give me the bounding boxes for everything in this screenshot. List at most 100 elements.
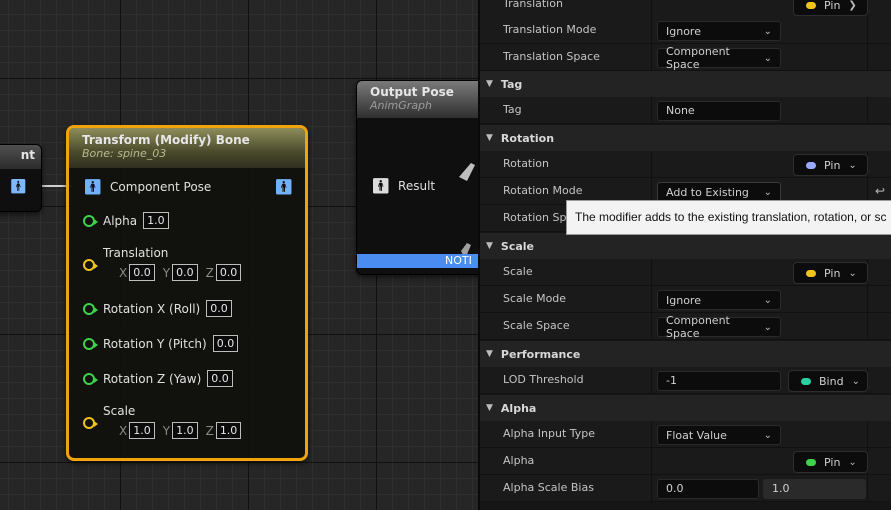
scale-pin-icon[interactable] bbox=[83, 417, 98, 429]
chevron-down-icon: ⌄ bbox=[763, 25, 772, 37]
rotation-mode-dropdown[interactable]: Add to Existing ⌄ bbox=[657, 182, 781, 202]
translation-space-label: Translation Space bbox=[503, 50, 600, 63]
component-pose-label: Component Pose bbox=[110, 180, 212, 194]
translation-pin-row[interactable] bbox=[83, 259, 98, 271]
alpha-scale-bias-row: Alpha Scale Bias 0.0 1.0 bbox=[480, 475, 891, 502]
source-node[interactable]: nt 🚹︎ bbox=[0, 144, 42, 212]
alpha-pin-icon[interactable] bbox=[83, 214, 98, 227]
rotation-section-title: Rotation bbox=[500, 131, 555, 145]
scale-label: Scale bbox=[103, 404, 136, 418]
translation-label: Translation bbox=[103, 246, 169, 260]
alpha-input-type-row: Alpha Input Type Float Value ⌄ bbox=[480, 421, 891, 448]
float-pin-icon bbox=[806, 458, 816, 466]
alpha-value-input[interactable]: 1.0 bbox=[143, 212, 169, 229]
chevron-down-icon: ⌄ bbox=[763, 52, 772, 64]
scale-mode-value: Ignore bbox=[666, 293, 701, 307]
rotation-y-input[interactable]: 0.0 bbox=[212, 335, 239, 352]
tag-section-header[interactable]: ▼ Tag bbox=[480, 71, 891, 97]
person-icon[interactable]: 🚹︎ bbox=[371, 177, 390, 195]
rotation-pin-button[interactable]: Pin ⌄ bbox=[793, 154, 868, 176]
rotation-z-pin-icon[interactable] bbox=[83, 372, 98, 385]
rotation-z-input[interactable]: 0.0 bbox=[207, 370, 233, 387]
scale-section-header[interactable]: ▼ Scale bbox=[480, 233, 891, 259]
axis-x-label: X bbox=[119, 423, 128, 438]
chevron-down-icon: ⌄ bbox=[763, 321, 772, 333]
rotation-x-pin-row[interactable]: Rotation X (Roll) 0.0 bbox=[83, 300, 232, 317]
alpha-scale-bias-min-input[interactable]: 0.0 bbox=[657, 479, 759, 499]
scale-x-input[interactable]: 1.0 bbox=[129, 422, 155, 439]
person-icon[interactable]: 🚹︎ bbox=[83, 178, 102, 196]
translation-z-input[interactable]: 0.0 bbox=[215, 264, 242, 281]
bind-icon bbox=[801, 377, 811, 385]
translation-x-input[interactable]: 0.0 bbox=[129, 264, 155, 281]
output-node-header: Output Pose AnimGraph bbox=[357, 81, 478, 118]
rotation-y-pin-icon[interactable] bbox=[83, 337, 98, 350]
source-node-title: nt bbox=[20, 148, 35, 162]
lod-bind-button[interactable]: Bind ⌄ bbox=[788, 370, 868, 392]
lod-threshold-input[interactable]: -1 bbox=[657, 371, 781, 391]
vector-pin-icon bbox=[806, 1, 816, 9]
scale-mode-dropdown[interactable]: Ignore ⌄ bbox=[657, 290, 781, 310]
performance-section-header[interactable]: ▼ Performance bbox=[480, 341, 891, 367]
output-pose-icon[interactable]: 🚹︎ bbox=[274, 178, 293, 196]
alpha-section-header[interactable]: ▼ Alpha bbox=[480, 395, 891, 421]
lod-threshold-label: LOD Threshold bbox=[503, 373, 584, 386]
translation-pin-button[interactable]: Pin ❯ bbox=[793, 0, 868, 16]
scale-y-input[interactable]: 1.0 bbox=[172, 422, 198, 439]
translation-space-value: Component Space bbox=[666, 45, 730, 71]
mannequin-preview-icon bbox=[459, 163, 475, 259]
scale-z-input[interactable]: 1.0 bbox=[215, 422, 242, 439]
component-pose-pin-row[interactable]: 🚹︎ Component Pose bbox=[83, 178, 211, 196]
alpha-input-type-dropdown[interactable]: Float Value ⌄ bbox=[657, 425, 781, 445]
chevron-down-icon: ⌄ bbox=[763, 294, 772, 306]
rotation-x-input[interactable]: 0.0 bbox=[206, 300, 232, 317]
chevron-down-icon[interactable]: ▼ bbox=[486, 241, 493, 251]
lod-threshold-row: LOD Threshold -1 Bind ⌄ bbox=[480, 367, 891, 394]
tag-input[interactable]: None bbox=[657, 101, 781, 121]
tag-section-title: Tag bbox=[500, 77, 523, 91]
scale-space-dropdown[interactable]: Component Space ⌄ bbox=[657, 314, 781, 340]
tag-row: Tag None bbox=[480, 97, 891, 124]
chevron-down-icon[interactable]: ▼ bbox=[486, 133, 493, 143]
rotation-label: Rotation bbox=[503, 157, 550, 170]
axis-x-label: X bbox=[119, 265, 128, 280]
vector-pin-icon bbox=[806, 269, 816, 277]
chevron-down-icon[interactable]: ▼ bbox=[486, 79, 493, 89]
alpha-label: Alpha bbox=[103, 213, 138, 228]
scale-section-title: Scale bbox=[500, 239, 535, 253]
person-icon[interactable]: 🚹︎ bbox=[9, 179, 27, 195]
output-pose-node[interactable]: Output Pose AnimGraph 🚹︎ Result NOTI bbox=[356, 80, 478, 275]
chevron-down-icon: ⌄ bbox=[848, 267, 857, 279]
alpha-row: Alpha Pin ⌄ bbox=[480, 448, 891, 475]
alpha-pin-button[interactable]: Pin ⌄ bbox=[793, 451, 868, 473]
pin-label: Pin bbox=[824, 266, 841, 280]
tag-label: Tag bbox=[503, 103, 522, 116]
scale-pin-button[interactable]: Pin ⌄ bbox=[793, 262, 868, 284]
translation-space-dropdown[interactable]: Component Space ⌄ bbox=[657, 45, 781, 71]
translation-mode-value: Ignore bbox=[666, 24, 701, 38]
transform-modify-bone-node[interactable]: Transform (Modify) Bone Bone: spine_03 🚹… bbox=[66, 125, 308, 461]
alpha-scale-bias-max-input[interactable]: 1.0 bbox=[763, 479, 866, 499]
rotation-section-header[interactable]: ▼ Rotation bbox=[480, 125, 891, 151]
chevron-down-icon: ⌄ bbox=[763, 429, 772, 441]
translation-mode-dropdown[interactable]: Ignore ⌄ bbox=[657, 21, 781, 41]
translation-mode-label: Translation Mode bbox=[503, 23, 597, 36]
notify-bar: NOTI bbox=[357, 254, 478, 268]
chevron-down-icon: ❯ bbox=[848, 0, 857, 11]
bind-label: Bind bbox=[819, 374, 844, 388]
chevron-down-icon[interactable]: ▼ bbox=[486, 349, 493, 359]
chevron-down-icon[interactable]: ▼ bbox=[486, 403, 493, 413]
rotation-y-pin-row[interactable]: Rotation Y (Pitch) 0.0 bbox=[83, 335, 239, 352]
translation-pin-icon[interactable] bbox=[83, 259, 98, 271]
scale-pin-row[interactable] bbox=[83, 417, 98, 429]
rotation-z-pin-row[interactable]: Rotation Z (Yaw) 0.0 bbox=[83, 370, 233, 387]
alpha-pin-row[interactable]: Alpha 1.0 bbox=[83, 212, 169, 229]
rotation-z-label: Rotation Z (Yaw) bbox=[103, 371, 202, 386]
alpha-section-title: Alpha bbox=[500, 401, 537, 415]
performance-section-title: Performance bbox=[500, 347, 581, 361]
rotation-x-pin-icon[interactable] bbox=[83, 302, 98, 315]
translation-y-input[interactable]: 0.0 bbox=[172, 264, 198, 281]
anim-graph-canvas[interactable]: nt 🚹︎ Transform (Modify) Bone Bone: spin… bbox=[0, 0, 478, 510]
result-pin-row[interactable]: 🚹︎ Result bbox=[371, 177, 435, 195]
reset-arrow-icon[interactable]: ↩ bbox=[875, 184, 885, 198]
